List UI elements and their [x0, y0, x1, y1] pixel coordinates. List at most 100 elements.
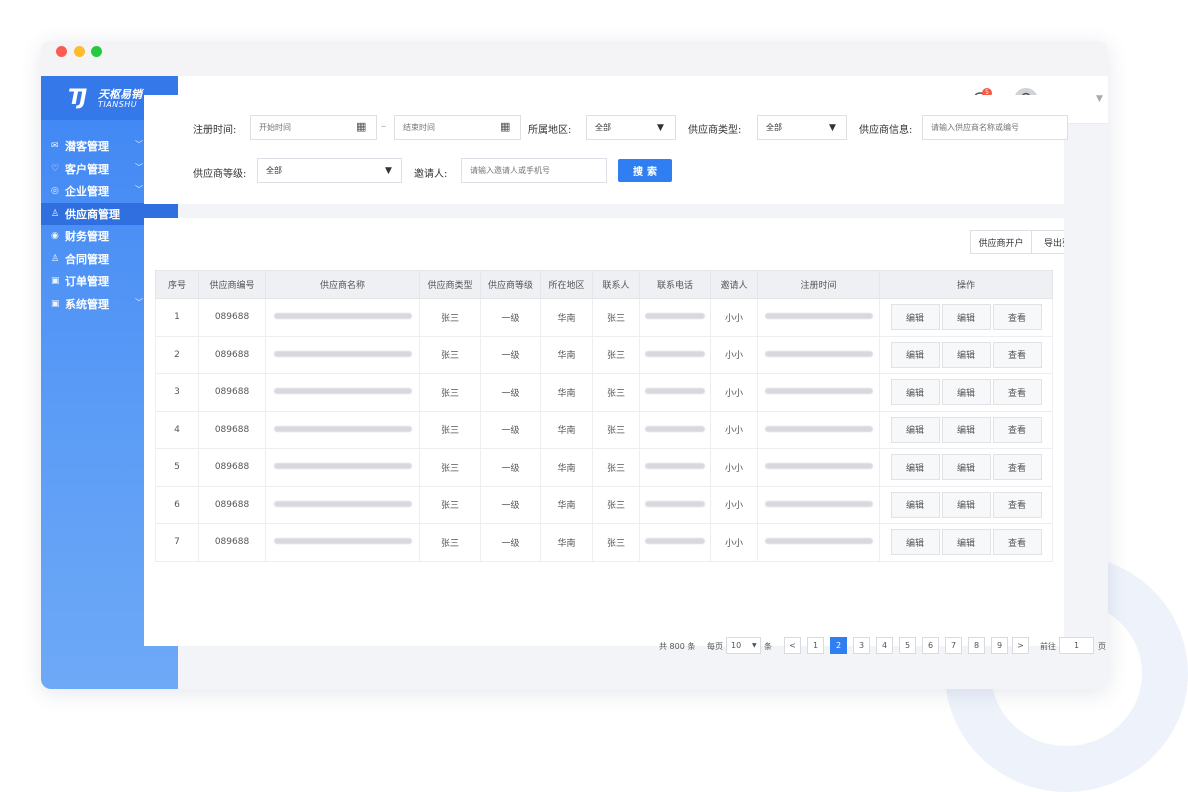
supplier-type: 张三 — [419, 335, 481, 374]
supplier-region: 华南 — [540, 523, 593, 562]
page-5-button[interactable]: 5 — [899, 637, 916, 654]
row-index: 6 — [155, 485, 199, 524]
edit-button[interactable]: 编辑 — [890, 454, 940, 481]
edit-button[interactable]: 编辑 — [890, 529, 940, 556]
next-page-button[interactable]: > — [1012, 637, 1029, 654]
sidebar-item-label: 客户管理 — [65, 162, 109, 176]
table-row: 4 089688 张三 一级 华南 张三 小小 编辑 编辑 查看 — [155, 410, 1053, 449]
nav-icon: ♙ — [51, 253, 60, 264]
page-3-button[interactable]: 3 — [853, 637, 870, 654]
edit-button[interactable]: 编辑 — [941, 491, 991, 518]
edit-button[interactable]: 编辑 — [890, 491, 940, 518]
redacted-text — [273, 388, 412, 395]
supplier-type: 张三 — [419, 410, 481, 449]
table-row: 6 089688 张三 一级 华南 张三 小小 编辑 编辑 查看 — [155, 485, 1053, 524]
row-index: 5 — [155, 448, 199, 487]
redacted-text — [645, 500, 705, 507]
supplier-level: 一级 — [480, 335, 541, 374]
supplier-level: 一级 — [480, 485, 541, 524]
redacted-text — [645, 425, 705, 432]
edit-button[interactable]: 编辑 — [941, 304, 991, 331]
per-page-select[interactable]: 10 ▼ — [726, 637, 761, 654]
search-button[interactable]: 搜索 — [618, 159, 672, 182]
chevron-down-icon: ﹀ — [135, 297, 143, 307]
view-button[interactable]: 查看 — [992, 491, 1042, 518]
row-actions: 编辑 编辑 查看 — [879, 298, 1053, 337]
open-account-button[interactable]: 供应商开户 — [970, 230, 1032, 254]
inviter-name: 小小 — [710, 448, 758, 487]
redacted-text — [764, 350, 873, 357]
redacted-text — [273, 313, 412, 320]
view-button[interactable]: 查看 — [992, 341, 1042, 368]
edit-button[interactable]: 编辑 — [890, 341, 940, 368]
sidebar-item-label: 供应商管理 — [65, 207, 120, 221]
register-time-redacted — [757, 410, 880, 449]
nav-icon: ◉ — [51, 231, 59, 241]
page-6-button[interactable]: 6 — [922, 637, 939, 654]
row-actions: 编辑 编辑 查看 — [879, 373, 1053, 412]
inviter-input[interactable] — [461, 158, 607, 183]
view-button[interactable]: 查看 — [992, 304, 1042, 331]
redacted-text — [764, 500, 873, 507]
contact-phone-redacted — [639, 335, 711, 374]
chevron-down-icon: ﹀ — [135, 185, 143, 194]
view-button[interactable]: 查看 — [992, 379, 1042, 406]
register-time-redacted — [757, 335, 880, 374]
supplier-code: 089688 — [198, 298, 266, 337]
calendar-icon[interactable]: ▦ — [356, 120, 366, 133]
column-header: 操作 — [879, 270, 1053, 299]
contact-name: 张三 — [592, 523, 640, 562]
per-page-label: 每页 — [707, 642, 723, 651]
per-page-unit: 条 — [764, 642, 772, 651]
page-7-button[interactable]: 7 — [945, 637, 962, 654]
export-list-button[interactable]: 导出列表 — [1031, 230, 1064, 254]
page-9-button[interactable]: 9 — [991, 637, 1008, 654]
supplier-name-redacted — [265, 373, 420, 412]
edit-button[interactable]: 编辑 — [890, 416, 940, 443]
pagination-total: 共 800 条 — [659, 642, 696, 651]
reg-time-label: 注册时间: — [193, 125, 237, 136]
edit-button[interactable]: 编辑 — [941, 416, 991, 443]
window-close-dot[interactable] — [56, 46, 67, 57]
edit-button[interactable]: 编辑 — [941, 529, 991, 556]
supplier-type: 张三 — [419, 373, 481, 412]
row-actions: 编辑 编辑 查看 — [879, 485, 1053, 524]
view-button[interactable]: 查看 — [992, 454, 1042, 481]
contact-phone-redacted — [639, 523, 711, 562]
window-maximize-dot[interactable] — [91, 46, 102, 57]
redacted-text — [273, 500, 412, 507]
view-button[interactable]: 查看 — [992, 416, 1042, 443]
edit-button[interactable]: 编辑 — [941, 379, 991, 406]
edit-button[interactable]: 编辑 — [941, 454, 991, 481]
sidebar-item-label: 潜客管理 — [65, 140, 109, 153]
page-8-button[interactable]: 8 — [968, 637, 985, 654]
supplier-level-select[interactable]: 全部 — [257, 158, 402, 183]
caret-down-icon: ▼ — [657, 123, 664, 133]
edit-button[interactable]: 编辑 — [890, 304, 940, 331]
chevron-down-icon[interactable]: ▼ — [1096, 94, 1103, 104]
supplier-level: 一级 — [480, 373, 541, 412]
page-4-button[interactable]: 4 — [876, 637, 893, 654]
supplier-info-input[interactable] — [922, 115, 1068, 140]
window-minimize-dot[interactable] — [74, 46, 85, 57]
view-button[interactable]: 查看 — [992, 529, 1042, 556]
redacted-text — [273, 350, 412, 357]
row-actions: 编辑 编辑 查看 — [879, 335, 1053, 374]
page-1-button[interactable]: 1 — [807, 637, 824, 654]
supplier-name-redacted — [265, 448, 420, 487]
prev-page-button[interactable]: < — [784, 637, 801, 654]
column-header: 联系电话 — [639, 270, 711, 299]
contact-name: 张三 — [592, 298, 640, 337]
column-header: 所在地区 — [540, 270, 593, 299]
register-time-redacted — [757, 523, 880, 562]
supplier-region: 华南 — [540, 410, 593, 449]
supplier-name-redacted — [265, 298, 420, 337]
column-header: 联系人 — [592, 270, 640, 299]
goto-page-input[interactable]: 1 — [1059, 637, 1094, 654]
supplier-region: 华南 — [540, 485, 593, 524]
edit-button[interactable]: 编辑 — [890, 379, 940, 406]
page-2-button[interactable]: 2 — [830, 637, 847, 654]
calendar-icon[interactable]: ▦ — [500, 120, 510, 133]
edit-button[interactable]: 编辑 — [941, 341, 991, 368]
redacted-text — [273, 463, 412, 470]
